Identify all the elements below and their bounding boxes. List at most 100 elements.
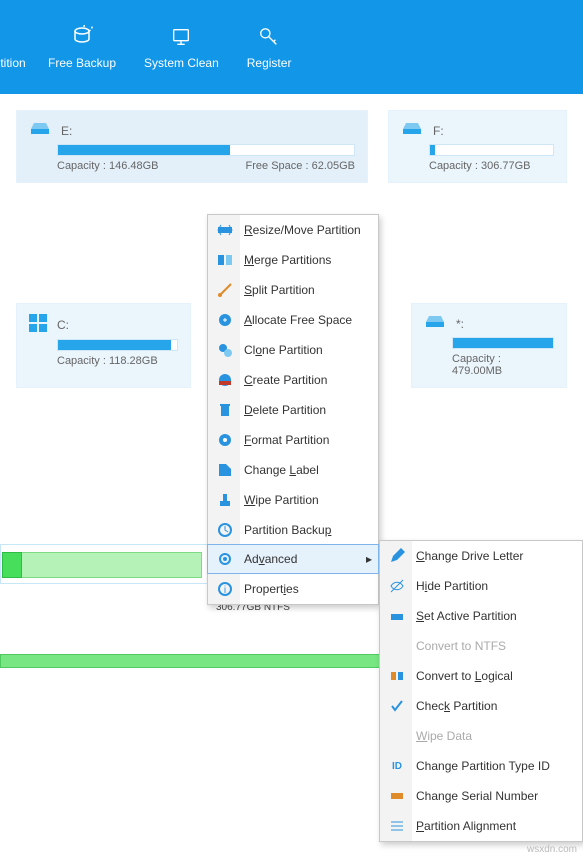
clone-icon (216, 341, 234, 359)
ctx-label: Check Partition (416, 699, 497, 713)
ctx-label: Hide Partition (416, 579, 488, 593)
id-icon: ID (388, 757, 406, 775)
ctx-backup[interactable]: Partition Backup (208, 515, 378, 545)
toolbar-label: Free Backup (48, 56, 116, 70)
usage-bar (452, 337, 554, 349)
ctx-properties[interactable]: i Properties (208, 574, 378, 604)
usage-bar (57, 339, 178, 351)
sub-change-drive-letter[interactable]: Change Drive Letter (380, 541, 582, 571)
context-menu-main: Resize/Move Partition Merge Partitions S… (207, 214, 379, 605)
wipe-icon (388, 727, 406, 745)
ctx-label: Convert to Logical (416, 669, 513, 683)
format-icon (216, 431, 234, 449)
drive-label-text: *: (456, 317, 464, 331)
sub-alignment[interactable]: Partition Alignment (380, 811, 582, 841)
ctx-label: Change Serial Number (416, 789, 538, 803)
sub-change-type-id[interactable]: ID Change Partition Type ID (380, 751, 582, 781)
ctx-label: Merge Partitions (244, 253, 331, 267)
capacity-text: Capacity : 146.48GB (57, 160, 159, 172)
resize-icon (216, 221, 234, 239)
split-icon (216, 281, 234, 299)
align-icon (388, 817, 406, 835)
active-icon (388, 607, 406, 625)
freespace-text: Free Space : 62.05GB (246, 160, 355, 172)
ctx-format[interactable]: Format Partition (208, 425, 378, 455)
ctx-clone[interactable]: Clone Partition (208, 335, 378, 365)
ctx-label: Partition Alignment (416, 819, 516, 833)
disk-strip-1-used (2, 552, 22, 578)
serial-icon (388, 787, 406, 805)
ctx-wipe[interactable]: Wipe Partition (208, 485, 378, 515)
ctx-label: Wipe Data (416, 729, 472, 743)
ctx-change-label[interactable]: Change Label (208, 455, 378, 485)
ctx-label: Format Partition (244, 433, 329, 447)
convert-icon (388, 637, 406, 655)
ctx-label: Allocate Free Space (244, 313, 352, 327)
sub-change-serial[interactable]: Change Serial Number (380, 781, 582, 811)
sub-convert-logical[interactable]: Convert to Logical (380, 661, 582, 691)
ctx-label: Split Partition (244, 283, 315, 297)
ctx-label: Change Drive Letter (416, 549, 523, 563)
toolbar-label: Register (247, 56, 292, 70)
svg-text:i: i (224, 585, 226, 596)
clean-icon (168, 24, 194, 50)
logical-icon (388, 667, 406, 685)
backup-icon (216, 521, 234, 539)
ctx-label: Properties (244, 582, 299, 596)
drive-icon (401, 121, 423, 140)
ctx-label: Change Label (244, 463, 319, 477)
create-icon (216, 371, 234, 389)
usage-bar (57, 144, 355, 156)
ctx-label: Clone Partition (244, 343, 323, 357)
ctx-allocate[interactable]: Allocate Free Space (208, 305, 378, 335)
capacity-text: Capacity : 479.00MB (452, 353, 554, 377)
submenu-arrow-icon: ▸ (366, 552, 372, 566)
ctx-create[interactable]: Create Partition (208, 365, 378, 395)
sub-set-active[interactable]: Set Active Partition (380, 601, 582, 631)
ctx-advanced[interactable]: Advanced ▸ (207, 544, 379, 574)
context-menu-advanced-sub: Change Drive Letter Hide Partition Set A… (379, 540, 583, 842)
sub-check-partition[interactable]: Check Partition (380, 691, 582, 721)
allocate-icon (216, 311, 234, 329)
toolbar-item-system-clean[interactable]: System Clean (130, 0, 233, 94)
ctx-label: Set Active Partition (416, 609, 517, 623)
ctx-label: Wipe Partition (244, 493, 319, 507)
drive-label-text: F: (433, 124, 444, 138)
watermark: wsxdn.com (527, 844, 577, 855)
info-icon: i (216, 580, 234, 598)
usage-bar (429, 144, 554, 156)
drive-icon (424, 314, 446, 333)
windows-icon (29, 314, 47, 335)
drive-label-text: C: (57, 318, 69, 332)
merge-icon (216, 251, 234, 269)
partition-panel-e[interactable]: E: Capacity : 146.48GB Free Space : 62.0… (16, 110, 368, 183)
ctx-merge[interactable]: Merge Partitions (208, 245, 378, 275)
ctx-label: Delete Partition (244, 403, 326, 417)
ctx-resize-move[interactable]: Resize/Move Partition (208, 215, 378, 245)
sub-hide-partition[interactable]: Hide Partition (380, 571, 582, 601)
drive-icon (29, 121, 51, 140)
disk-icon (0, 24, 26, 50)
ctx-split[interactable]: Split Partition (208, 275, 378, 305)
sub-convert-ntfs: Convert to NTFS (380, 631, 582, 661)
ctx-delete[interactable]: Delete Partition (208, 395, 378, 425)
pencil-icon (388, 547, 406, 565)
partition-panel-star[interactable]: *: Capacity : 479.00MB (411, 303, 567, 388)
partition-panel-c[interactable]: C: Capacity : 118.28GB (16, 303, 191, 388)
ctx-label: Resize/Move Partition (244, 223, 361, 237)
top-toolbar: tition Free Backup System Clean Register (0, 0, 583, 94)
toolbar-item-free-backup[interactable]: Free Backup (34, 0, 130, 94)
disk-strip-1 (2, 552, 202, 578)
partition-panel-f[interactable]: F: Capacity : 306.77GB (388, 110, 567, 183)
capacity-text: Capacity : 306.77GB (429, 160, 531, 172)
toolbar-item-register[interactable]: Register (233, 0, 306, 94)
gear-icon (216, 550, 234, 568)
ctx-label: Create Partition (244, 373, 327, 387)
ctx-label: Convert to NTFS (416, 639, 506, 653)
toolbar-label: tition (0, 56, 25, 70)
ctx-label: Partition Backup (244, 523, 331, 537)
toolbar-item-partition[interactable]: tition (0, 0, 34, 94)
label-icon (216, 461, 234, 479)
hide-icon (388, 577, 406, 595)
delete-icon (216, 401, 234, 419)
